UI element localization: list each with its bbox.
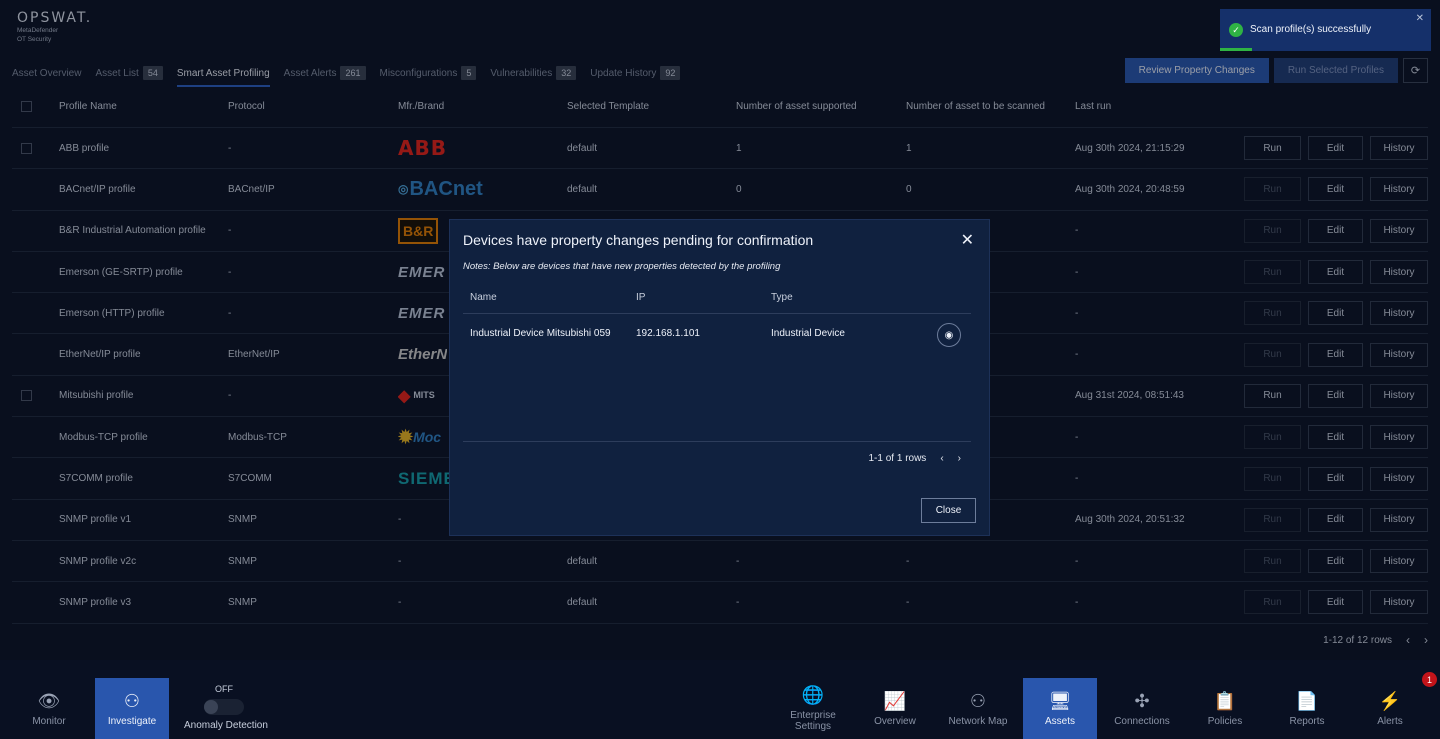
anomaly-label: Anomaly Detection bbox=[184, 720, 268, 731]
devices-table: Name IP Type Industrial Device Mitsubish… bbox=[463, 279, 971, 355]
table-row: Industrial Device Mitsubishi 059 192.168… bbox=[463, 314, 971, 355]
nav-assets[interactable]: 🖥 Assets bbox=[1023, 678, 1097, 739]
clipboard-icon: 📋 bbox=[1213, 690, 1237, 711]
device-ip: 192.168.1.101 bbox=[636, 328, 700, 339]
nodes-icon: ⚇ bbox=[123, 690, 141, 711]
toast-message: Scan profile(s) successfully bbox=[1250, 24, 1372, 35]
success-toast: ✓ Scan profile(s) successfully ✕ bbox=[1220, 9, 1431, 51]
bottom-nav: 👁 Monitor ⚇ Investigate OFF Anomaly Dete… bbox=[0, 660, 1440, 739]
devices-icon: 🖥 bbox=[1048, 690, 1072, 711]
nav-network-map[interactable]: ⚇ Network Map bbox=[943, 678, 1013, 739]
devices-table-header: Name IP Type bbox=[463, 279, 971, 314]
toast-progress bbox=[1220, 48, 1252, 51]
nav-overview[interactable]: 📈 Overview bbox=[860, 678, 930, 739]
prev-page-icon[interactable]: ‹ bbox=[940, 453, 943, 464]
device-type: Industrial Device bbox=[771, 328, 845, 339]
connections-icon: ✣ bbox=[1134, 690, 1150, 711]
col-name: Name bbox=[470, 292, 497, 303]
globe-icon: 🌐 bbox=[801, 685, 825, 705]
nav-enterprise-settings[interactable]: 🌐 Enterprise Settings bbox=[778, 678, 848, 739]
alerts-badge: 1 bbox=[1422, 672, 1437, 687]
close-button[interactable]: Close bbox=[921, 498, 976, 523]
col-ip: IP bbox=[636, 292, 646, 303]
eye-icon: 👁 bbox=[37, 690, 61, 711]
nav-policies[interactable]: 📋 Policies bbox=[1190, 678, 1260, 739]
close-icon[interactable]: ✕ bbox=[1416, 13, 1424, 24]
nav-investigate[interactable]: ⚇ Investigate bbox=[95, 678, 169, 739]
close-icon[interactable]: ✕ bbox=[961, 230, 974, 250]
network-icon: ⚇ bbox=[969, 690, 987, 711]
view-details-button[interactable]: ◉ bbox=[937, 323, 961, 347]
check-icon: ✓ bbox=[1229, 23, 1243, 37]
modal-note: Notes: Below are devices that have new p… bbox=[463, 261, 781, 272]
divider bbox=[463, 441, 971, 442]
nav-connections[interactable]: ✣ Connections bbox=[1107, 678, 1177, 739]
nav-monitor[interactable]: 👁 Monitor bbox=[14, 678, 84, 739]
pending-changes-modal: Devices have property changes pending fo… bbox=[449, 219, 990, 536]
reports-icon: 📄 bbox=[1295, 690, 1319, 711]
nav-alerts[interactable]: ⚡ Alerts bbox=[1355, 678, 1425, 739]
anomaly-state: OFF bbox=[215, 684, 233, 694]
modal-pager: 1-1 of 1 rows ‹ › bbox=[869, 453, 962, 464]
next-page-icon[interactable]: › bbox=[958, 453, 961, 464]
modal-title: Devices have property changes pending fo… bbox=[463, 232, 814, 248]
toggle-knob bbox=[204, 700, 218, 714]
lightning-icon: ⚡ bbox=[1378, 690, 1402, 711]
col-type: Type bbox=[771, 292, 793, 303]
eye-icon: ◉ bbox=[944, 329, 954, 341]
device-name: Industrial Device Mitsubishi 059 bbox=[470, 328, 611, 339]
modal-pager-text: 1-1 of 1 rows bbox=[868, 453, 927, 464]
chart-icon: 📈 bbox=[883, 690, 907, 711]
nav-reports[interactable]: 📄 Reports bbox=[1272, 678, 1342, 739]
